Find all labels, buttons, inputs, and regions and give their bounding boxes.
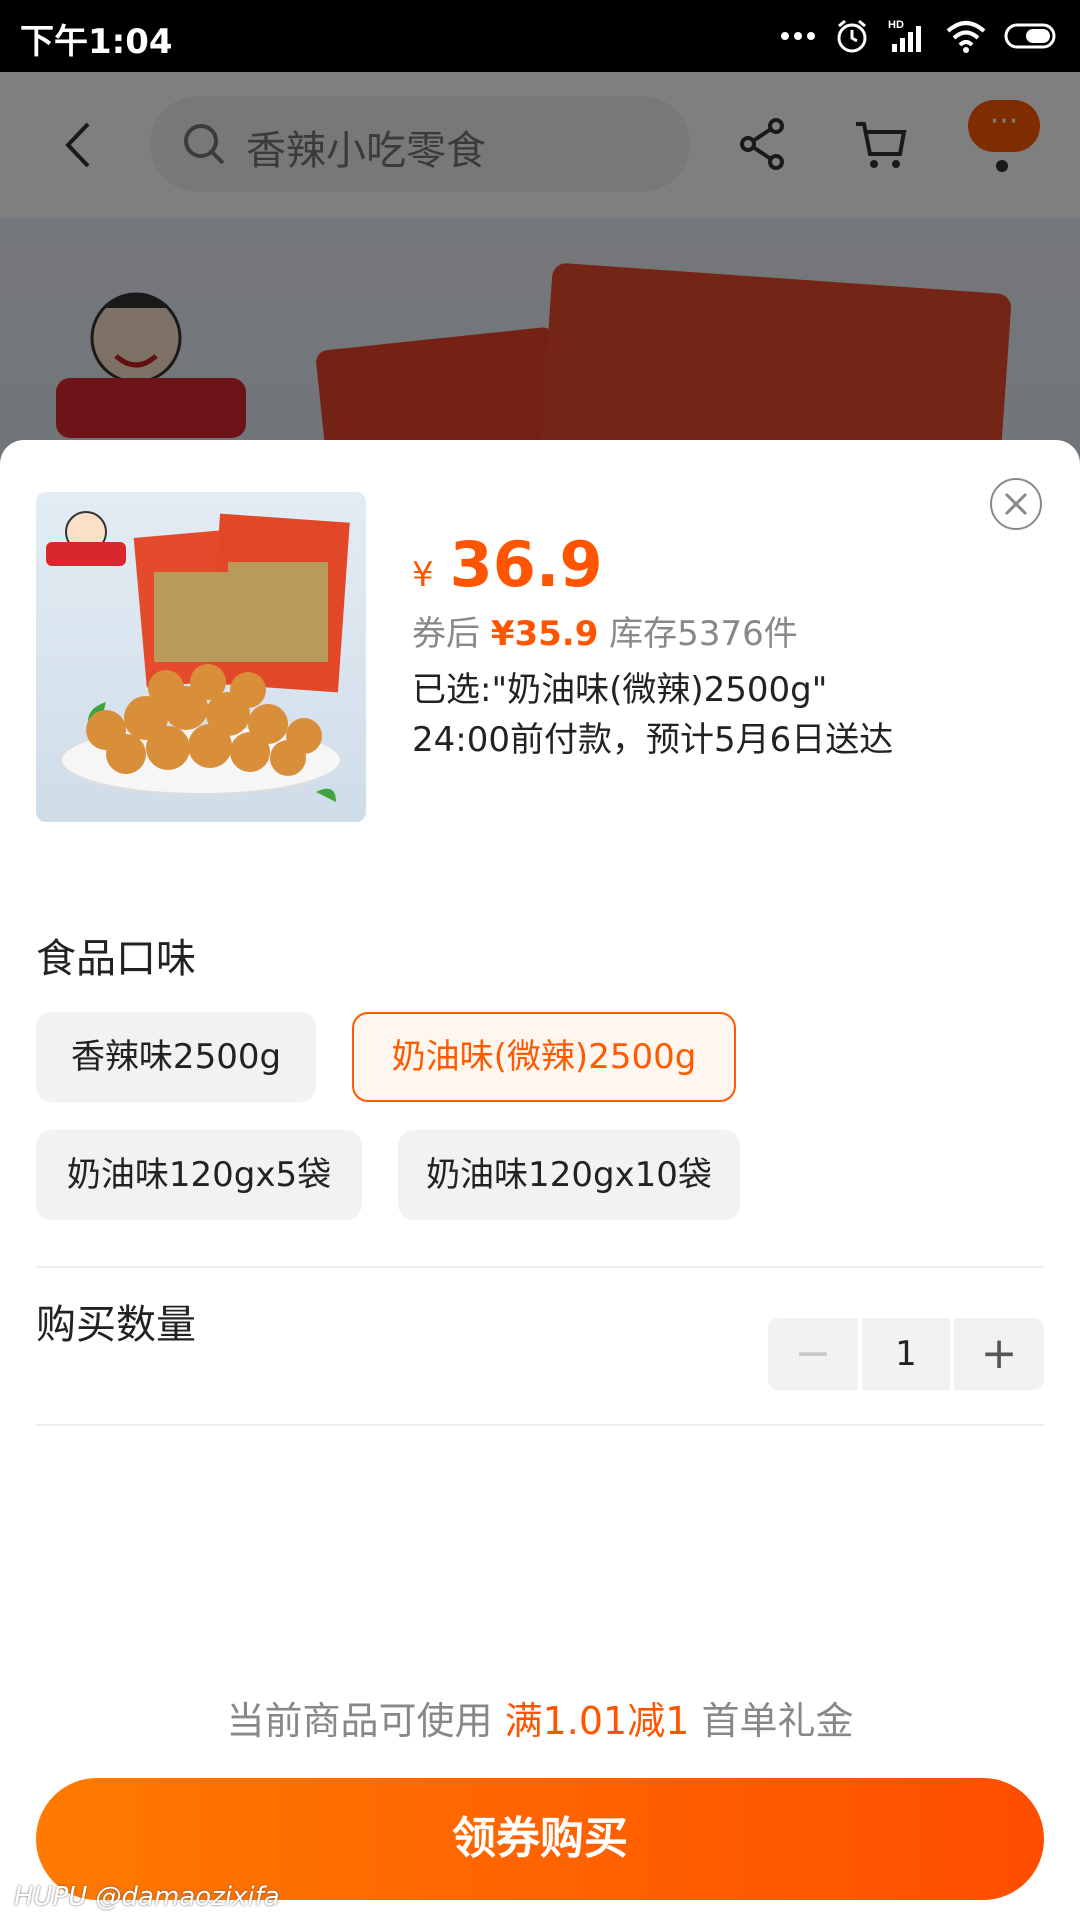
- status-bar: 下午1:04 HD: [0, 0, 1080, 72]
- selected-sku: 已选:"奶油味(微辣)2500g": [412, 670, 828, 710]
- signal-icon: HD: [888, 19, 921, 52]
- stock-count: 库存5376件: [609, 614, 798, 654]
- divider: [36, 1424, 1044, 1426]
- flavor-option[interactable]: 奶油味120gx5袋: [36, 1130, 362, 1220]
- product-price: 36.9: [449, 528, 603, 601]
- divider: [36, 1266, 1044, 1268]
- quantity-label: 购买数量: [36, 1302, 196, 1348]
- battery-icon: [1004, 23, 1056, 49]
- flavor-option[interactable]: 香辣味2500g: [36, 1012, 316, 1102]
- watermark: HUPU @damaozixifa: [14, 1882, 280, 1912]
- promo-prefix: 当前商品可使用: [226, 1699, 493, 1743]
- currency-symbol: ¥: [412, 555, 434, 595]
- product-thumbnail-image: [46, 511, 350, 802]
- promo-suffix: 首单礼金: [701, 1699, 854, 1743]
- product-thumbnail: [36, 492, 366, 822]
- quantity-increase-button[interactable]: +: [954, 1318, 1044, 1390]
- flavor-option[interactable]: 奶油味120gx10袋: [398, 1130, 740, 1220]
- hd-label: HD: [888, 19, 904, 31]
- coupon-prefix: 券后: [412, 614, 480, 654]
- coupon-row: 券后 ¥35.9 库存5376件: [412, 606, 798, 655]
- status-icons: HD: [780, 14, 1060, 58]
- quantity-decrease-button[interactable]: −: [768, 1318, 858, 1390]
- close-button[interactable]: [990, 478, 1042, 530]
- promo-notice: 当前商品可使用 满1.01减1 首单礼金: [0, 1690, 1080, 1745]
- more-dots-icon: [781, 32, 815, 40]
- coupon-price: ¥35.9: [490, 614, 599, 654]
- flavor-option-selected[interactable]: 奶油味(微辣)2500g: [352, 1012, 736, 1102]
- flavor-section-title: 食品口味: [36, 936, 196, 982]
- wifi-icon: [946, 21, 986, 53]
- alarm-icon: [837, 19, 867, 53]
- sku-selector-sheet: ¥ 36.9 券后 ¥35.9 库存5376件 已选:"奶油味(微辣)2500g…: [0, 440, 1080, 1920]
- status-time: 下午1:04: [20, 22, 173, 62]
- promo-highlight: 满1.01减1: [504, 1699, 690, 1743]
- close-icon: [1004, 492, 1028, 516]
- delivery-estimate: 24:00前付款，预计5月6日送达: [412, 720, 894, 760]
- quantity-value[interactable]: 1: [862, 1318, 950, 1390]
- price-row: ¥ 36.9: [412, 528, 603, 601]
